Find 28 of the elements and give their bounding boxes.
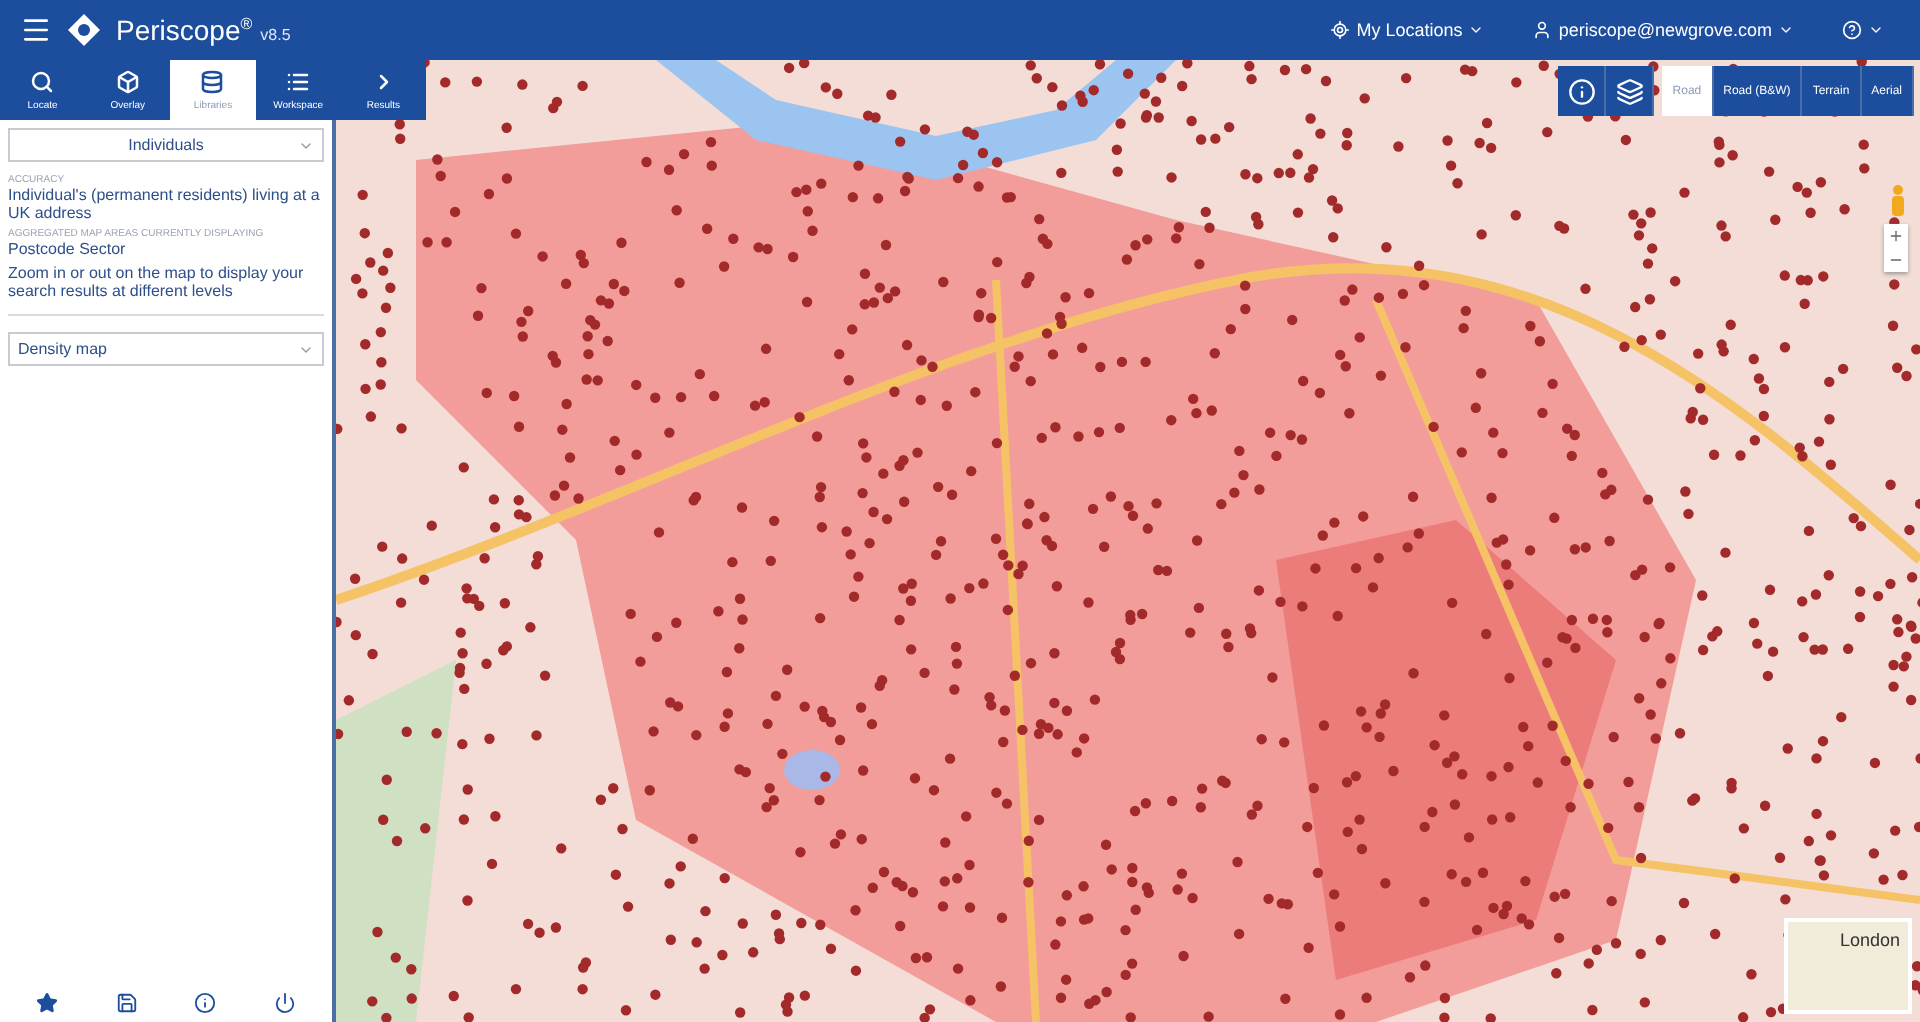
user-icon [1532, 20, 1553, 40]
version-label: v8.5 [260, 25, 291, 43]
caret-icon [1468, 22, 1485, 38]
section-text: Postcode Sector [8, 240, 128, 258]
locations-menu[interactable]: My Locations [1314, 20, 1501, 40]
zoom-out-button[interactable] [1884, 248, 1908, 272]
app-title: Periscope$^{®}$ [116, 14, 253, 46]
display-dropdown[interactable]: Density map [8, 332, 324, 366]
user-menu[interactable]: periscope@newgrove.com [1516, 20, 1810, 40]
help-icon [1842, 20, 1862, 40]
dataset-dropdown[interactable]: Individuals [8, 128, 324, 162]
caret-icon [1868, 22, 1884, 38]
caret-icon [1778, 22, 1794, 38]
target-icon [1330, 20, 1351, 40]
list-icon [286, 69, 311, 93]
menu-icon[interactable] [20, 14, 52, 46]
database-icon [200, 69, 225, 93]
overview-map[interactable]: London [1784, 918, 1912, 1014]
logo-icon [68, 14, 100, 46]
section-text: Individual's (permanent residents) living at a UK address [8, 186, 322, 222]
info-icon [1567, 77, 1596, 105]
zoom-in-button[interactable] [1884, 224, 1908, 248]
search-icon [30, 69, 55, 93]
layers-icon [1615, 77, 1644, 105]
inset-label: London [1839, 930, 1900, 950]
plus-icon [1888, 228, 1904, 244]
cube-icon [115, 69, 140, 93]
hint-text: Zoom in or out on the map to display your search results at different levels [8, 264, 306, 300]
